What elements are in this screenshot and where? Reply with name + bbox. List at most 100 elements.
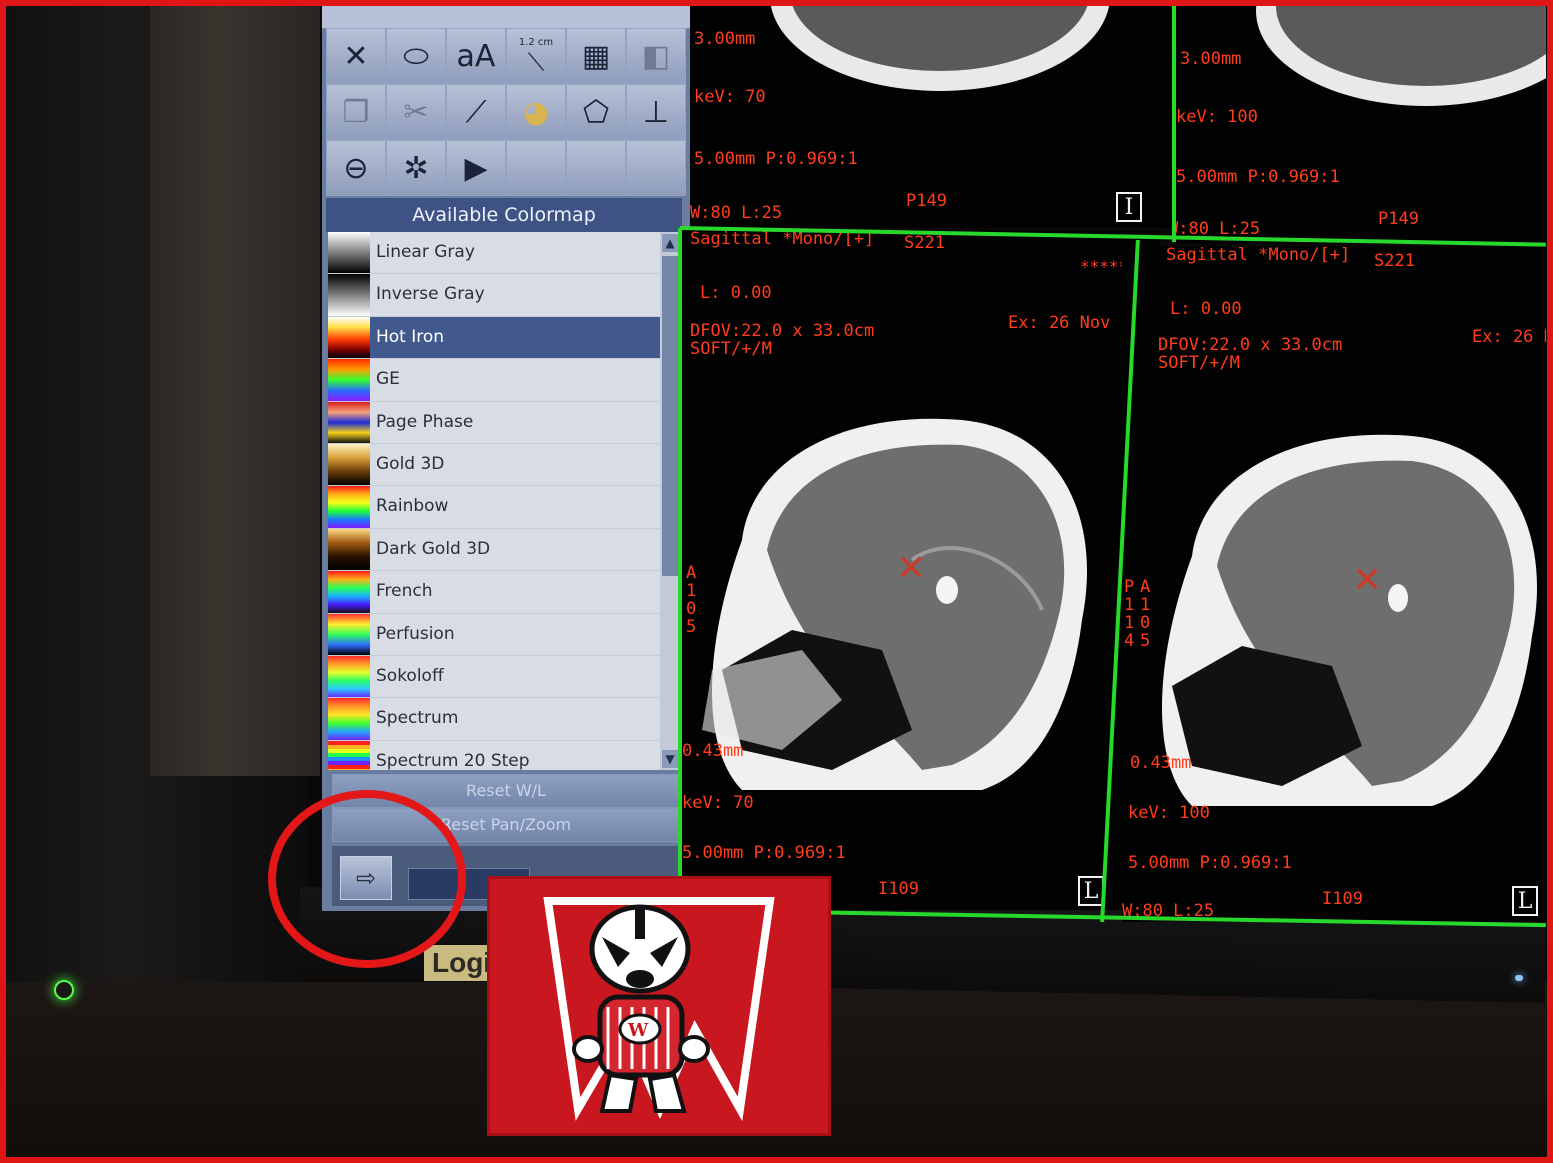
colormap-header: Available Colormap (326, 198, 682, 232)
hot-iron-swatch (328, 316, 370, 359)
colormap-item-hot-iron[interactable]: Hot Iron (328, 316, 660, 360)
p-text: P149 (1378, 209, 1419, 229)
link-icon[interactable]: ⊖ (326, 140, 386, 196)
annotation-text-icon[interactable]: aA (446, 28, 506, 84)
region-icon[interactable]: ⬭ (386, 28, 446, 84)
scroll-up-icon[interactable]: ▲ (662, 234, 678, 252)
colormap-item-linear-gray[interactable]: Linear Gray (328, 232, 660, 275)
colormap-label: French (376, 581, 433, 602)
rainbow-swatch (328, 486, 370, 528)
orientation-marker: L (1512, 886, 1538, 916)
kev-text: keV: 100 (1128, 803, 1210, 823)
colormap-label: Hot Iron (376, 326, 445, 347)
scissors-icon[interactable]: ✂ (386, 84, 446, 140)
colormap-label: Page Phase (376, 411, 474, 432)
badger-mascot-icon: W (543, 897, 775, 1122)
scroll-thumb[interactable] (662, 256, 678, 576)
histogram-icon[interactable]: ⊥ (626, 84, 686, 140)
cube-icon[interactable]: ◧ (626, 28, 686, 84)
play-icon[interactable]: ▶ (446, 140, 506, 196)
thickness-text: 0.43mm (682, 741, 744, 761)
linear-gray-swatch (328, 232, 370, 274)
l-text: L: 0.00 (1170, 299, 1242, 319)
palette-icon[interactable]: ◕ (506, 84, 566, 140)
sokoloff-swatch (328, 655, 370, 698)
colormap-list[interactable]: Linear Gray Inverse Gray Hot Iron GE Pag… (328, 232, 660, 770)
kev-text: keV: 100 (1176, 107, 1258, 127)
inverse-gray-swatch (328, 274, 370, 316)
side-nums-text: 105 (686, 581, 697, 637)
colormap-label: Spectrum 20 Step (376, 750, 530, 770)
polygon-icon[interactable]: ⬠ (566, 84, 626, 140)
exam-date-text: Ex: 26 No (1472, 327, 1546, 347)
orientation-marker: I (1116, 192, 1142, 222)
s-text: S221 (1374, 251, 1415, 271)
spacing-text: 5.00mm P:0.969:1 (1176, 167, 1340, 187)
thickness-text: 0.43mm (1130, 753, 1192, 773)
copy-icon[interactable]: ❐ (326, 84, 386, 140)
wl-text: W:80 L:25 (690, 203, 783, 223)
colormap-label: Linear Gray (376, 242, 475, 262)
colormap-item-gold-3d[interactable]: Gold 3D (328, 443, 660, 487)
colormap-item-ge[interactable]: GE (328, 359, 660, 402)
ruler-label: 1.2 cm (518, 36, 554, 48)
scroll-down-icon[interactable]: ▼ (662, 750, 678, 768)
monitor-brand-label: Logi (424, 945, 494, 981)
dark-gold-3d-swatch (328, 528, 370, 571)
side-nums-text: 105 (1140, 595, 1151, 651)
s-text: S221 (904, 233, 945, 253)
viewport-top-right[interactable]: 3.00mm keV: 100 5.00mm P:0.969:1 W:80 L:… (1176, 6, 1546, 244)
empty-tool-slot (566, 140, 626, 196)
text-tool-label: aA (456, 38, 496, 74)
colormap-label: GE (376, 369, 400, 390)
viewport-divider (1172, 6, 1176, 242)
colormap-scrollbar[interactable]: ▲ ▼ (660, 232, 680, 770)
empty-tool-slot (506, 140, 566, 196)
crosshair-icon: ✕ (896, 548, 927, 589)
viewport-top-left[interactable]: 3.00mm keV: 70 5.00mm P:0.969:1 W:80 L:2… (690, 6, 1174, 228)
svg-text:W: W (627, 1020, 649, 1041)
ge-swatch (328, 359, 370, 401)
colormap-item-rainbow[interactable]: Rainbow (328, 486, 660, 529)
calculator-icon[interactable]: ▦ (566, 28, 626, 84)
orientation-marker: L (1078, 876, 1104, 906)
spacing-text: 5.00mm P:0.969:1 (1128, 853, 1292, 873)
colormap-label: Rainbow (376, 496, 449, 517)
gears-icon[interactable]: ✲ (386, 140, 446, 196)
page-phase-swatch (328, 401, 370, 443)
colormap-label: Dark Gold 3D (376, 538, 491, 559)
cross-icon[interactable]: ✕ (326, 28, 386, 84)
side-a-text: A (1140, 577, 1151, 597)
colormap-label: Sokoloff (376, 665, 444, 686)
colormap-item-page-phase[interactable]: Page Phase (328, 401, 660, 444)
measure-ruler-icon[interactable]: 1.2 cm ⟍ (506, 28, 566, 84)
p-text: P149 (906, 191, 947, 211)
french-swatch (328, 571, 370, 613)
power-icon (54, 980, 74, 1000)
colormap-label: Perfusion (376, 623, 455, 644)
panel-tab-strip (322, 6, 690, 29)
colormap-item-perfusion[interactable]: Perfusion (328, 613, 660, 656)
viewport-sagittal-left[interactable]: ✕ Sagittal *Mono/[+] S221 ******** L: 0.… (682, 230, 1160, 910)
tool-grid: ✕ ⬭ aA 1.2 cm ⟍ ▦ ◧ ❐ ✂ ⟋ ◕ ⬠ ⊥ ⊖ ✲ ▶ (326, 28, 688, 198)
colormap-label: Spectrum (376, 708, 459, 729)
colormap-item-french[interactable]: French (328, 571, 660, 614)
status-led-icon (1515, 975, 1523, 981)
gold-3d-swatch (328, 443, 370, 486)
monitor-bezel-strip (150, 6, 320, 776)
side-panel: ✕ ⬭ aA 1.2 cm ⟍ ▦ ◧ ❐ ✂ ⟋ ◕ ⬠ ⊥ ⊖ ✲ ▶ Ava… (322, 6, 690, 911)
side-a-text: A (686, 563, 697, 583)
spectrum-swatch (328, 698, 370, 740)
dropper-icon[interactable]: ⟋ (446, 84, 506, 140)
side-p-text: P (1124, 577, 1135, 597)
colormap-item-sokoloff[interactable]: Sokoloff (328, 655, 660, 699)
image-number-text: I109 (878, 879, 919, 899)
colormap-item-inverse-gray[interactable]: Inverse Gray (328, 274, 660, 317)
colormap-item-dark-gold-3d[interactable]: Dark Gold 3D (328, 528, 660, 572)
dfov-text: DFOV:22.0 x 33.0cm (690, 321, 875, 341)
viewport-sagittal-right[interactable]: ✕ Sagittal *Mono/[+] S221 L: 0.00 Ex: 26… (1122, 246, 1546, 922)
logo-badge: W (487, 876, 831, 1136)
colormap-item-spectrum-20-step[interactable]: Spectrum 20 Step (328, 740, 660, 770)
l-text: L: 0.00 (700, 283, 772, 303)
colormap-item-spectrum[interactable]: Spectrum (328, 698, 660, 741)
